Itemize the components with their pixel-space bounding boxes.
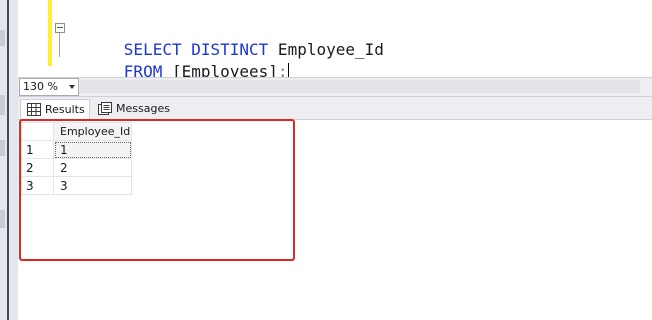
ssms-query-window: SELECT DISTINCT Employee_Id FROM [Employ… (0, 0, 652, 320)
results-tab-strip: Results Messages (18, 97, 652, 120)
tab-messages-label: Messages (116, 102, 170, 115)
edge-mark (0, 95, 5, 115)
horizontal-scrollbar[interactable] (80, 80, 640, 93)
messages-icon (98, 102, 112, 115)
edge-mark (0, 30, 5, 46)
tab-results[interactable]: Results (20, 99, 90, 119)
fold-line (59, 33, 60, 57)
collapse-icon[interactable] (55, 23, 65, 33)
zoom-dropdown[interactable]: 130 % (19, 78, 79, 96)
editor-gutter (18, 0, 48, 76)
grid-icon (27, 103, 41, 116)
edge-mark (0, 210, 5, 228)
splitter-line (7, 0, 9, 320)
chevron-down-icon (69, 85, 75, 89)
tab-messages[interactable]: Messages (92, 99, 170, 119)
change-tracking-bar (48, 0, 52, 66)
edge-mark (0, 140, 5, 156)
tab-results-label: Results (45, 103, 85, 116)
zoom-bar: 130 % (18, 77, 652, 97)
left-edge-strip (0, 0, 18, 320)
zoom-value: 130 % (23, 80, 58, 93)
query-editor[interactable]: SELECT DISTINCT Employee_Id FROM [Employ… (18, 0, 652, 81)
highlight-annotation (19, 119, 295, 261)
